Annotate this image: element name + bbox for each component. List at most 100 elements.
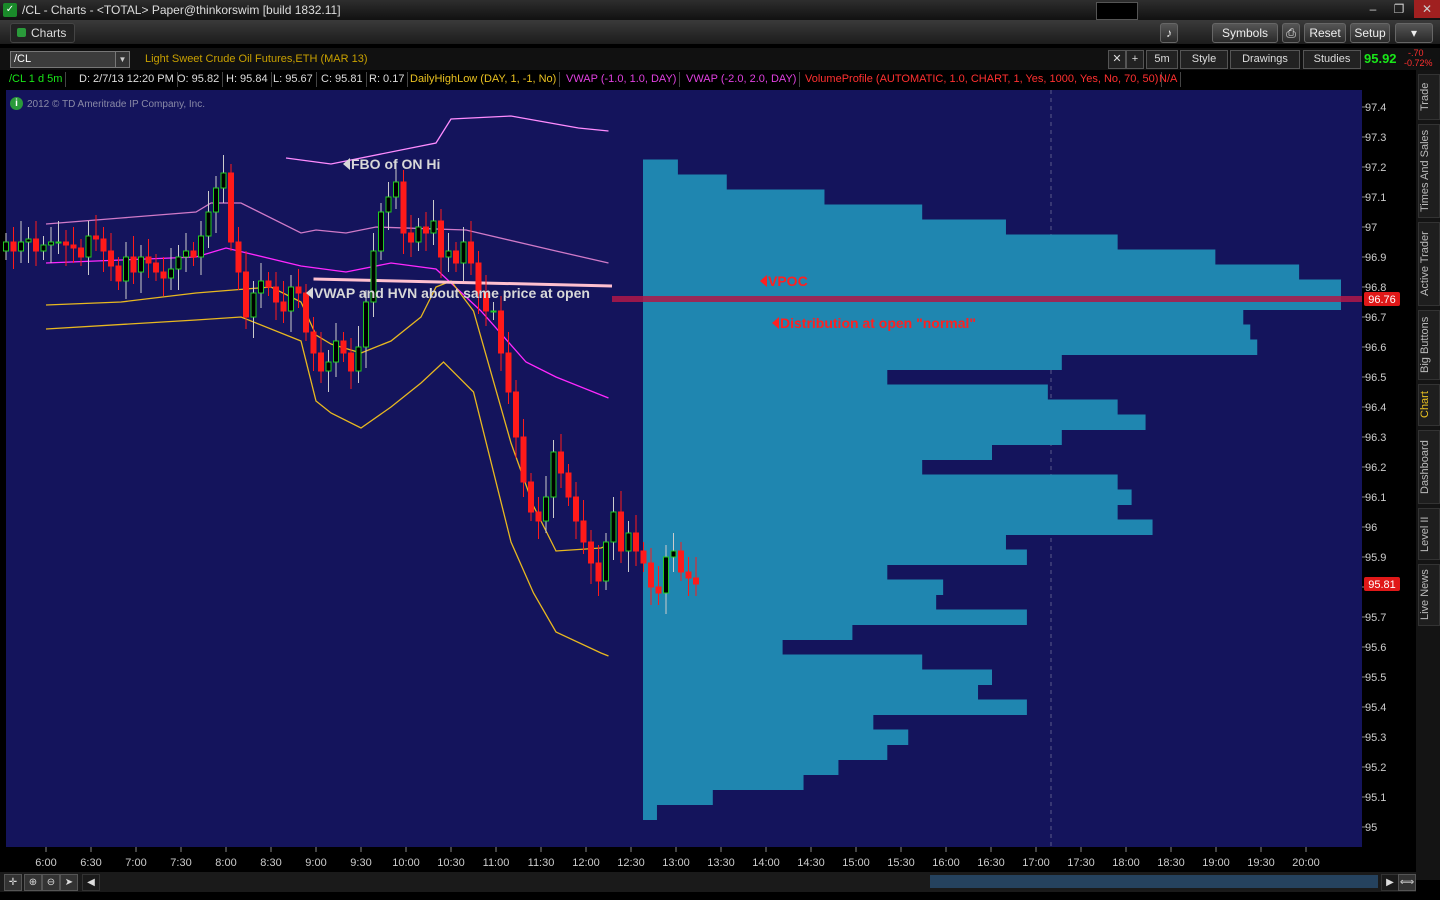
- candle-body: [415, 226, 422, 243]
- sidebar-tab-big-buttons[interactable]: Big Buttons: [1418, 310, 1440, 380]
- volume-bar: [643, 264, 1300, 280]
- volume-bar: [643, 489, 1132, 505]
- candle-body: [145, 256, 152, 264]
- zoom-in-icon[interactable]: ⊕: [24, 874, 42, 891]
- candle-body: [565, 472, 572, 498]
- last-price-label: 95.81: [1368, 579, 1396, 591]
- x-tick-label: 7:30: [170, 857, 191, 869]
- x-tick-label: 6:30: [80, 857, 101, 869]
- x-tick-label: 17:00: [1022, 857, 1050, 869]
- scroll-left-icon[interactable]: ◀: [82, 874, 100, 891]
- candle-body: [393, 181, 399, 198]
- study-line: [285, 115, 609, 165]
- candle-body: [243, 271, 249, 318]
- sidebar-tab-trade[interactable]: Trade: [1418, 74, 1440, 120]
- candle-body: [123, 256, 129, 282]
- y-tick-label: 95.3: [1365, 732, 1386, 744]
- candle-body: [655, 586, 662, 594]
- y-tick-label: 97.2: [1365, 162, 1386, 174]
- x-tick-label: 8:00: [215, 857, 236, 869]
- x-tick-label: 12:30: [617, 857, 645, 869]
- candle-body: [468, 241, 474, 264]
- volume-bar: [643, 789, 713, 805]
- y-tick-label: 95.5: [1365, 672, 1386, 684]
- candle-body: [303, 292, 309, 333]
- candle-body: [10, 241, 17, 252]
- sidebar-tab-live-news[interactable]: Live News: [1418, 564, 1440, 626]
- candlesticks: [3, 155, 699, 614]
- candle-body: [528, 481, 534, 513]
- y-tick-label: 95.1: [1365, 792, 1386, 804]
- candle-body: [280, 301, 287, 312]
- y-tick-label: 97: [1365, 222, 1377, 234]
- volume-bar: [643, 744, 888, 760]
- candle-body: [490, 310, 497, 313]
- candle-body: [213, 187, 219, 213]
- bottom-bar: ✛ ⊕ ⊖ ➤ ◀ ▶ ⟺: [0, 872, 1416, 892]
- volume-bar: [643, 234, 1118, 250]
- candle-body: [378, 211, 384, 252]
- candle-body: [190, 250, 197, 258]
- volume-bar: [643, 204, 923, 220]
- sidebar-tab-level-ii[interactable]: Level II: [1418, 508, 1440, 560]
- x-tick-label: 17:30: [1067, 857, 1095, 869]
- x-tick-label: 11:00: [483, 857, 510, 869]
- pointer-icon[interactable]: ➤: [60, 874, 78, 891]
- candle-body: [198, 235, 204, 258]
- y-tick-label: 95.9: [1365, 552, 1386, 564]
- sidebar-tab-times-and-sales[interactable]: Times And Sales: [1418, 124, 1440, 218]
- candle-body: [340, 340, 347, 354]
- right-sidebar: Trade Times And Sales Active Trader Big …: [1416, 70, 1440, 880]
- volume-bar: [643, 474, 1118, 490]
- volume-bar: [643, 189, 825, 205]
- candle-body: [138, 256, 144, 273]
- volume-bar: [643, 369, 888, 385]
- y-tick-label: 95.7: [1365, 612, 1386, 624]
- y-tick-label: 95.6: [1365, 642, 1386, 654]
- candle-body: [438, 220, 444, 258]
- cursor-icon[interactable]: ✛: [4, 874, 22, 891]
- candle-body: [408, 232, 414, 243]
- volume-bar: [643, 174, 727, 190]
- x-tick-label: 9:30: [350, 857, 371, 869]
- volume-bar: [643, 429, 1062, 445]
- candle-body: [78, 247, 84, 258]
- candle-body: [633, 532, 639, 552]
- candle-body: [168, 268, 174, 279]
- candle-body: [63, 241, 69, 246]
- volume-bar: [643, 804, 657, 820]
- candle-body: [595, 562, 602, 582]
- annotation-text: VPOC: [768, 273, 808, 289]
- zoom-out-icon[interactable]: ⊖: [42, 874, 60, 891]
- candle-body: [205, 211, 212, 237]
- candle-body: [423, 226, 429, 234]
- sidebar-tab-dashboard[interactable]: Dashboard: [1418, 430, 1440, 504]
- horizontal-scrollbar[interactable]: [930, 875, 1378, 888]
- volume-bar: [643, 279, 1341, 295]
- candle-body: [640, 550, 647, 564]
- volume-bar: [643, 459, 923, 475]
- candle-body: [670, 550, 677, 558]
- volume-bar: [643, 504, 1118, 520]
- candle-body: [685, 571, 692, 579]
- sidebar-tab-active-trader[interactable]: Active Trader: [1418, 222, 1440, 306]
- volume-bar: [643, 159, 678, 175]
- candle-body: [648, 562, 654, 588]
- candle-body: [235, 241, 242, 273]
- sidebar-tab-chart[interactable]: Chart: [1418, 384, 1440, 426]
- info-icon[interactable]: i: [10, 97, 23, 110]
- y-tick-label: 96: [1365, 522, 1377, 534]
- candle-body: [663, 556, 669, 594]
- candle-body: [430, 220, 437, 234]
- y-tick-label: 95.4: [1365, 702, 1386, 714]
- x-tick-label: 20:00: [1292, 857, 1320, 869]
- expand-icon[interactable]: ⟺: [1398, 874, 1416, 891]
- candle-body: [558, 451, 564, 474]
- candle-body: [295, 286, 302, 294]
- scroll-right-icon[interactable]: ▶: [1381, 874, 1399, 891]
- candle-body: [18, 241, 24, 252]
- x-tick-label: 10:30: [437, 857, 465, 869]
- x-tick-label: 9:00: [305, 857, 326, 869]
- study-line: [45, 280, 609, 552]
- candle-body: [288, 286, 294, 312]
